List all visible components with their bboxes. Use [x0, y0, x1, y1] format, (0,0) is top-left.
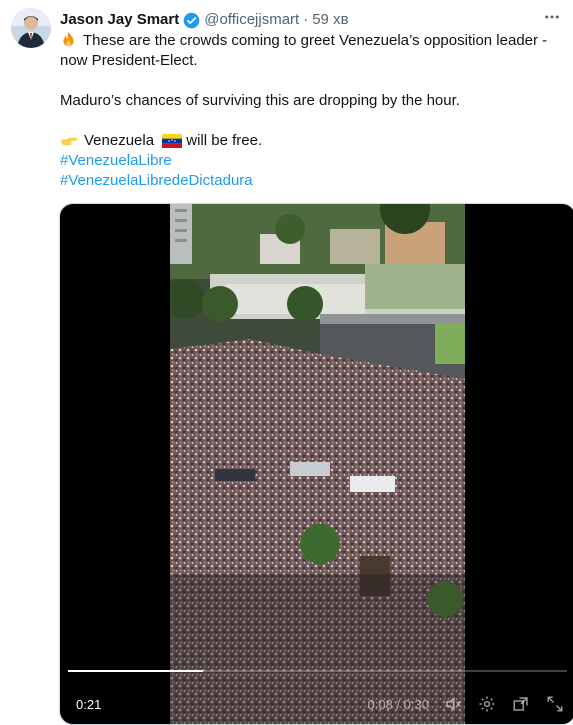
tweet-line-3: Maduro’s chances of surviving this are d… [60, 92, 460, 109]
separator-dot: · [303, 11, 309, 28]
video-elapsed-time: 0:21 [76, 697, 102, 712]
tweet-line-2: now President-Elect. [60, 52, 198, 69]
tweet-line-4-end: will be free. [186, 132, 263, 149]
hashtag-link-2[interactable]: #VenezuelaLibredeDictadura [60, 172, 253, 189]
popout-icon[interactable] [511, 694, 531, 714]
more-options-button[interactable] [539, 6, 565, 28]
video-player[interactable]: 0:21 0:08 / 0:30 [59, 203, 573, 725]
video-progress-fill [68, 670, 203, 672]
tweet-text: These are the crowds coming to greet Ven… [60, 31, 560, 191]
video-timecode: 0:08 / 0:30 [367, 696, 429, 712]
video-controls: 0:08 / 0:30 [368, 694, 565, 714]
tweet-header: Jason Jay Smart @officejjsmart · 59 хв [60, 10, 349, 30]
video-progress-bar[interactable] [68, 670, 567, 672]
volume-icon[interactable] [443, 694, 463, 714]
post-time[interactable]: 59 хв [312, 10, 348, 30]
video-frame[interactable] [170, 204, 465, 724]
fullscreen-icon[interactable] [545, 694, 565, 714]
hashtag-link-1[interactable]: #VenezuelaLibre [60, 152, 172, 169]
verified-badge-icon [183, 12, 200, 29]
more-icon [545, 15, 559, 19]
author-name[interactable]: Jason Jay Smart [60, 10, 179, 30]
tweet-line-4-start: Venezuela [84, 132, 155, 149]
author-handle[interactable]: @officejjsmart [204, 10, 299, 30]
avatar[interactable] [11, 8, 51, 48]
tweet-line-1: These are the crowds coming to greet Ven… [83, 32, 548, 49]
settings-icon[interactable] [477, 694, 497, 714]
